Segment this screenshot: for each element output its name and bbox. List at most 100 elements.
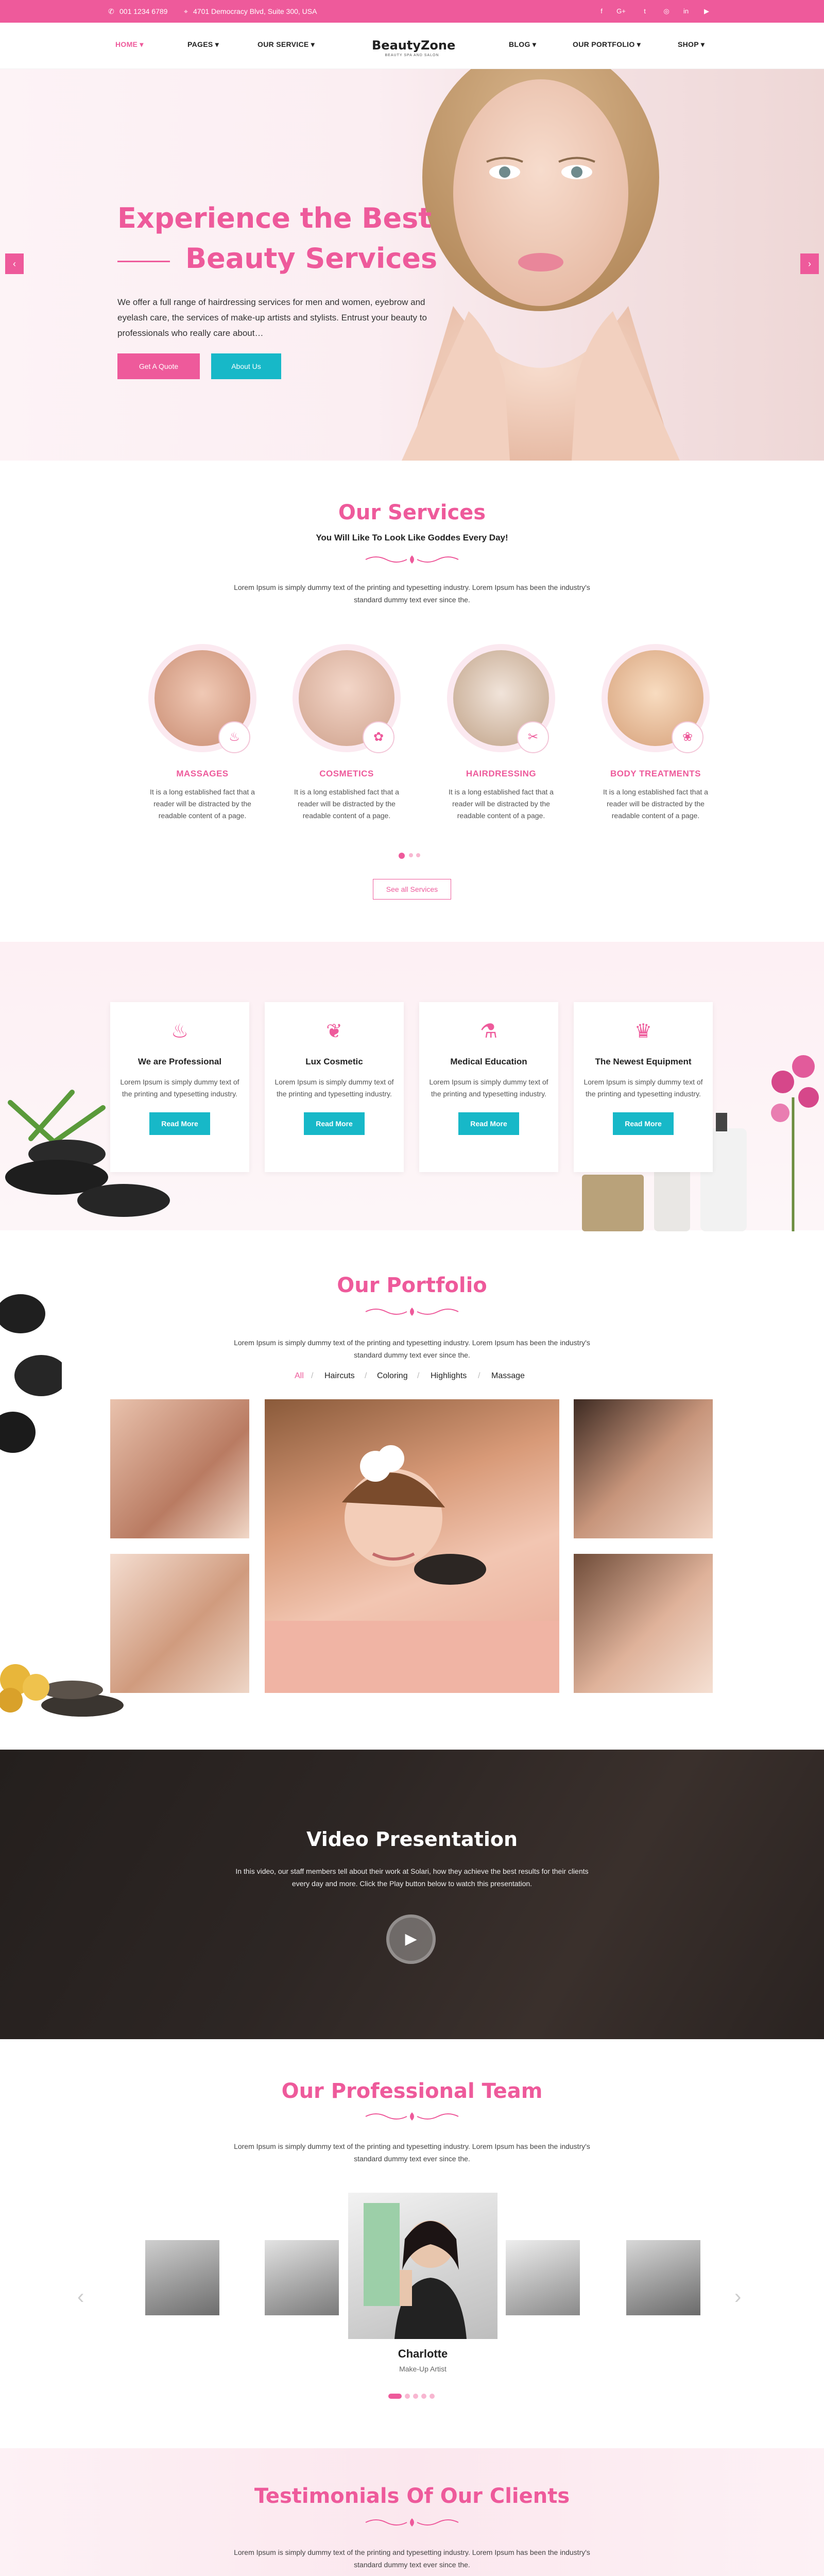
portfolio-title: Our Portfolio [337, 1274, 487, 1297]
feature-title: Lux Cosmetic [305, 1057, 363, 1066]
team-member-photo-featured[interactable] [348, 2193, 497, 2339]
site-logo[interactable]: BeautyZone BEAUTY SPA AND SALON [372, 38, 455, 57]
phone-icon: ✆ [108, 7, 114, 15]
hero-slider: Experience the Best Beauty Services We o… [0, 69, 824, 461]
feature-title: We are Professional [138, 1057, 222, 1066]
feature-text: Lorem Ipsum is simply dummy text of the … [583, 1078, 703, 1098]
chevron-down-icon: ▾ [700, 40, 705, 48]
hero-title-line-1: Experience the Best [117, 202, 432, 234]
team-member-photo[interactable] [145, 2240, 219, 2315]
phone-number[interactable]: 001 1234 6789 [119, 7, 167, 15]
hero-description: We offer a full range of hairdressing se… [117, 297, 427, 338]
carousel-dot[interactable] [430, 2394, 435, 2399]
facebook-icon[interactable]: f [596, 6, 607, 16]
linkedin-icon[interactable]: in [681, 6, 691, 16]
nav-item-our-service[interactable]: OUR SERVICE ▾ [258, 40, 315, 49]
portfolio-image-featured[interactable] [265, 1399, 559, 1693]
youtube-icon[interactable]: ▶ [701, 6, 712, 16]
filter-massage[interactable]: Massage [491, 1371, 525, 1381]
team-member-name: Charlotte [398, 2347, 448, 2360]
service-description: It is a long established fact that a rea… [449, 788, 554, 820]
hero-prev-arrow[interactable]: ‹ [5, 253, 24, 274]
service-description: It is a long established fact that a rea… [294, 788, 399, 820]
video-play-button[interactable]: ▶ [386, 1914, 436, 1964]
carousel-dot-active[interactable] [399, 853, 405, 859]
bottles-icon: ⚗ [479, 1021, 498, 1042]
equipment-icon: ♛ [634, 1021, 653, 1042]
portfolio-image[interactable] [574, 1554, 713, 1693]
chevron-down-icon: ▾ [215, 40, 219, 48]
portfolio-image[interactable] [574, 1399, 713, 1538]
team-member-photo[interactable] [265, 2240, 339, 2315]
feature-text: Lorem Ipsum is simply dummy text of the … [429, 1078, 548, 1098]
filter-separator: / [478, 1371, 480, 1380]
filter-separator: / [365, 1371, 367, 1380]
service-name: BODY TREATMENTS [610, 769, 701, 778]
massage-photo-illustration [265, 1445, 559, 1693]
about-us-button[interactable]: About Us [211, 353, 281, 379]
testimonials-description: Lorem Ipsum is simply dummy text of the … [234, 2548, 590, 2569]
nav-item-our-portfolio[interactable]: OUR PORTFOLIO ▾ [573, 40, 641, 49]
filter-all[interactable]: All [295, 1371, 304, 1381]
service-item-cosmetics[interactable]: ✿ COSMETICS It is a long established fac… [282, 644, 411, 822]
twitter-icon[interactable]: t [640, 6, 650, 16]
carousel-dot[interactable] [405, 2394, 410, 2399]
video-section [0, 1750, 824, 2039]
nav-item-home[interactable]: HOME ▾ [115, 40, 144, 49]
address-text: 4701 Democracy Blvd, Suite 300, USA [193, 7, 317, 15]
filter-separator: / [417, 1371, 420, 1380]
feature-card-newest-equipment: ♛ The Newest Equipment Lorem Ipsum is si… [574, 1002, 713, 1172]
team-member-role: Make-Up Artist [399, 2365, 447, 2373]
read-more-button[interactable]: Read More [149, 1112, 210, 1135]
video-title: Video Presentation [306, 1828, 518, 1851]
nav-item-pages[interactable]: PAGES ▾ [187, 40, 219, 49]
video-description: In this video, our staff members tell ab… [235, 1867, 589, 1888]
nav-item-shop[interactable]: SHOP ▾ [678, 40, 705, 49]
team-member-photo[interactable] [626, 2240, 700, 2315]
nav-item-blog[interactable]: BLOG ▾ [509, 40, 536, 49]
logo-subtitle: BEAUTY SPA AND SALON [385, 54, 439, 57]
hot-stones-decoration [0, 1294, 62, 1453]
ornament-divider [365, 555, 459, 564]
ornament-divider [365, 1308, 459, 1316]
team-member-illustration [364, 2203, 467, 2339]
get-a-quote-button[interactable]: Get A Quote [117, 353, 200, 379]
service-name: COSMETICS [319, 769, 374, 778]
carousel-dot[interactable] [409, 853, 413, 857]
read-more-button[interactable]: Read More [458, 1112, 519, 1135]
chevron-down-icon: ▾ [532, 40, 537, 48]
ornament-divider [365, 2112, 459, 2121]
read-more-button[interactable]: Read More [304, 1112, 365, 1135]
read-more-button[interactable]: Read More [613, 1112, 674, 1135]
carousel-dot[interactable] [416, 853, 420, 857]
portfolio-image[interactable] [110, 1399, 249, 1538]
carousel-dot[interactable] [413, 2394, 418, 2399]
stones-flowers-decoration [0, 1664, 124, 1717]
team-member-photo[interactable] [506, 2240, 580, 2315]
testimonials-title: Testimonials Of Our Clients [254, 2484, 570, 2508]
google-plus-icon[interactable]: G+ [616, 6, 626, 16]
team-description: Lorem Ipsum is simply dummy text of the … [234, 2142, 590, 2163]
filter-haircuts[interactable]: Haircuts [324, 1371, 355, 1381]
hero-next-arrow[interactable]: › [800, 253, 819, 274]
service-item-body-treatments[interactable]: ❀ BODY TREATMENTS It is a long establish… [591, 644, 720, 822]
team-prev-arrow[interactable]: ‹ [77, 2285, 84, 2309]
instagram-icon[interactable]: ◎ [661, 6, 672, 16]
feature-card-lux-cosmetic: ❦ Lux Cosmetic Lorem Ipsum is simply dum… [265, 1002, 404, 1172]
see-all-services-button[interactable]: See all Services [373, 879, 451, 900]
top-contact-bar: ✆ 001 1234 6789 ⌖ 4701 Democracy Blvd, S… [0, 0, 824, 23]
massage-icon: ♨ [218, 721, 250, 753]
feature-title: Medical Education [450, 1057, 527, 1066]
ornament-divider [365, 2518, 459, 2527]
carousel-dot[interactable] [421, 2394, 426, 2399]
service-item-massages[interactable]: ♨ MASSAGES It is a long established fact… [138, 644, 267, 822]
filter-highlights[interactable]: Highlights [431, 1371, 467, 1381]
chevron-down-icon: ▾ [311, 40, 315, 48]
filter-coloring[interactable]: Coloring [377, 1371, 408, 1381]
feature-text: Lorem Ipsum is simply dummy text of the … [274, 1078, 394, 1098]
service-item-hairdressing[interactable]: ✂ HAIRDRESSING It is a long established … [437, 644, 565, 822]
service-description: It is a long established fact that a rea… [603, 788, 708, 820]
carousel-dot-active[interactable] [388, 2394, 402, 2399]
portfolio-image[interactable] [110, 1554, 249, 1693]
team-next-arrow[interactable]: › [734, 2285, 741, 2309]
